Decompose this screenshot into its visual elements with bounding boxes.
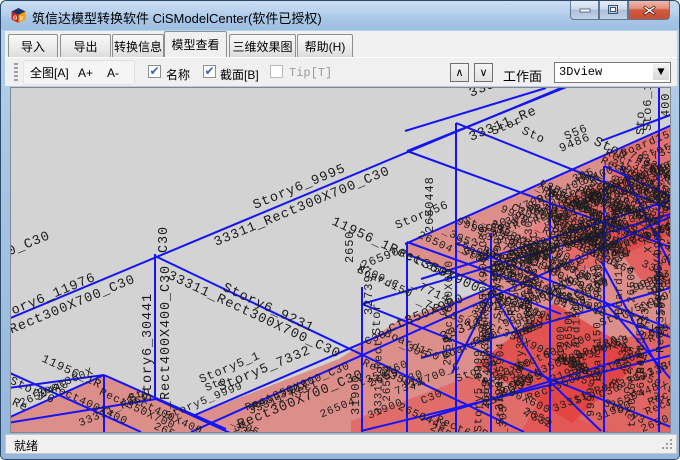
svg-text:2650: 2650: [343, 231, 357, 263]
svg-text:400: 400: [659, 93, 670, 117]
svg-text:00_C30: 00_C30: [11, 229, 53, 264]
svg-text:C30: C30: [157, 226, 172, 253]
svg-text:33311_Rect3: 33311_Rect3: [467, 88, 564, 102]
svg-text:_305: _305: [657, 294, 669, 325]
svg-text:G: G: [13, 16, 17, 22]
svg-text:7332: 7332: [498, 294, 510, 324]
svg-text:_Rect600X600: _Rect600X600: [444, 260, 456, 351]
svg-text:Sto: Sto: [519, 124, 547, 147]
svg-text:_Rect400X400_C30: _Rect400X400_C30: [159, 265, 174, 410]
svg-text:31900: 31900: [556, 325, 568, 363]
svg-text:Sto: Sto: [634, 111, 648, 135]
svg-text:33311_Rect300X700_C30: 33311_Rect300X700_C30: [165, 269, 343, 362]
svg-text:Story6_30441: Story6_30441: [141, 293, 156, 401]
svg-text:Story4_5904: Story4_5904: [496, 342, 508, 425]
